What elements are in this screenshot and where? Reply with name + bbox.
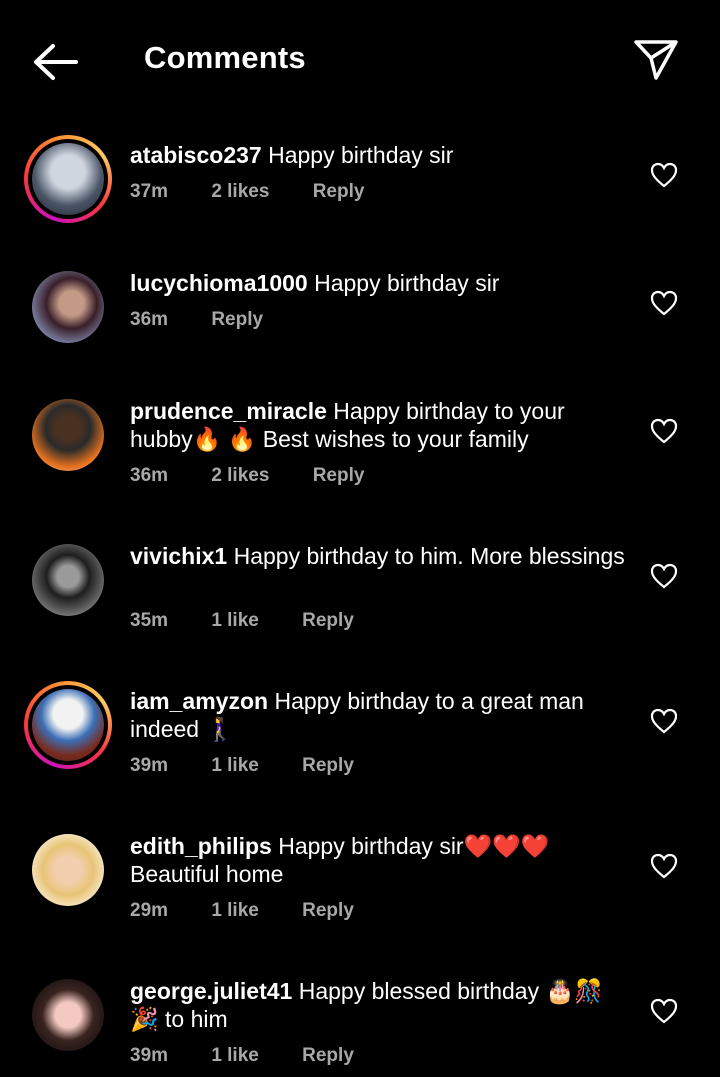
page-title: Comments <box>144 40 306 75</box>
heart-icon[interactable] <box>650 853 678 879</box>
comment-text: Happy birthday sir <box>314 270 500 296</box>
comment-username[interactable]: george.juliet41 <box>130 978 292 1004</box>
back-arrow-icon[interactable] <box>26 38 82 86</box>
comment-likes[interactable]: 2 likes <box>211 465 269 486</box>
reply-button[interactable]: Reply <box>302 1045 354 1066</box>
reply-button[interactable]: Reply <box>302 900 354 921</box>
comment-time: 36m <box>130 465 169 486</box>
top-bar: Comments <box>0 0 720 120</box>
avatar-wrapper[interactable] <box>24 971 112 1059</box>
comment-username[interactable]: lucychioma1000 <box>130 270 308 296</box>
comment-likes[interactable]: 1 like <box>211 755 259 776</box>
comment-time: 37m <box>130 181 169 202</box>
comment-likes[interactable]: 1 like <box>211 1045 259 1066</box>
avatar <box>32 143 104 215</box>
heart-icon[interactable] <box>650 290 678 316</box>
reply-button[interactable]: Reply <box>313 465 365 486</box>
comment-time: 36m <box>130 309 169 330</box>
heart-icon[interactable] <box>650 708 678 734</box>
comment-text: Happy birthday sir <box>268 142 454 168</box>
heart-icon[interactable] <box>650 418 678 444</box>
comment-username[interactable]: atabisco237 <box>130 142 262 168</box>
comment-username[interactable]: edith_philips <box>130 833 272 859</box>
comment-likes[interactable]: 1 like <box>211 610 259 631</box>
avatar <box>32 979 104 1051</box>
reply-button[interactable]: Reply <box>302 755 354 776</box>
heart-icon[interactable] <box>650 998 678 1024</box>
comment-time: 29m <box>130 900 169 921</box>
heart-icon[interactable] <box>650 162 678 188</box>
avatar <box>32 399 104 471</box>
avatar <box>32 271 104 343</box>
avatar-wrapper[interactable] <box>24 826 112 914</box>
avatar-wrapper[interactable] <box>24 263 112 351</box>
comment-text: Happy birthday to him. More blessings <box>233 543 625 569</box>
comment-username[interactable]: prudence_miracle <box>130 398 327 424</box>
avatar <box>32 834 104 906</box>
reply-button[interactable]: Reply <box>211 309 263 330</box>
avatar-story-ring[interactable] <box>24 135 112 223</box>
comment-time: 39m <box>130 755 169 776</box>
comment-time: 35m <box>130 610 169 631</box>
heart-icon[interactable] <box>650 563 678 589</box>
reply-button[interactable]: Reply <box>313 181 365 202</box>
avatar-story-ring[interactable] <box>24 681 112 769</box>
comment-likes[interactable]: 1 like <box>211 900 259 921</box>
avatar <box>32 544 104 616</box>
reply-button[interactable]: Reply <box>302 610 354 631</box>
comment-time: 39m <box>130 1045 169 1066</box>
avatar <box>32 689 104 761</box>
send-icon[interactable] <box>630 36 682 84</box>
avatar-wrapper[interactable] <box>24 536 112 624</box>
comment-username[interactable]: vivichix1 <box>130 543 227 569</box>
comment-username[interactable]: iam_amyzon <box>130 688 268 714</box>
comment-likes[interactable]: 2 likes <box>211 181 269 202</box>
avatar-wrapper[interactable] <box>24 391 112 479</box>
